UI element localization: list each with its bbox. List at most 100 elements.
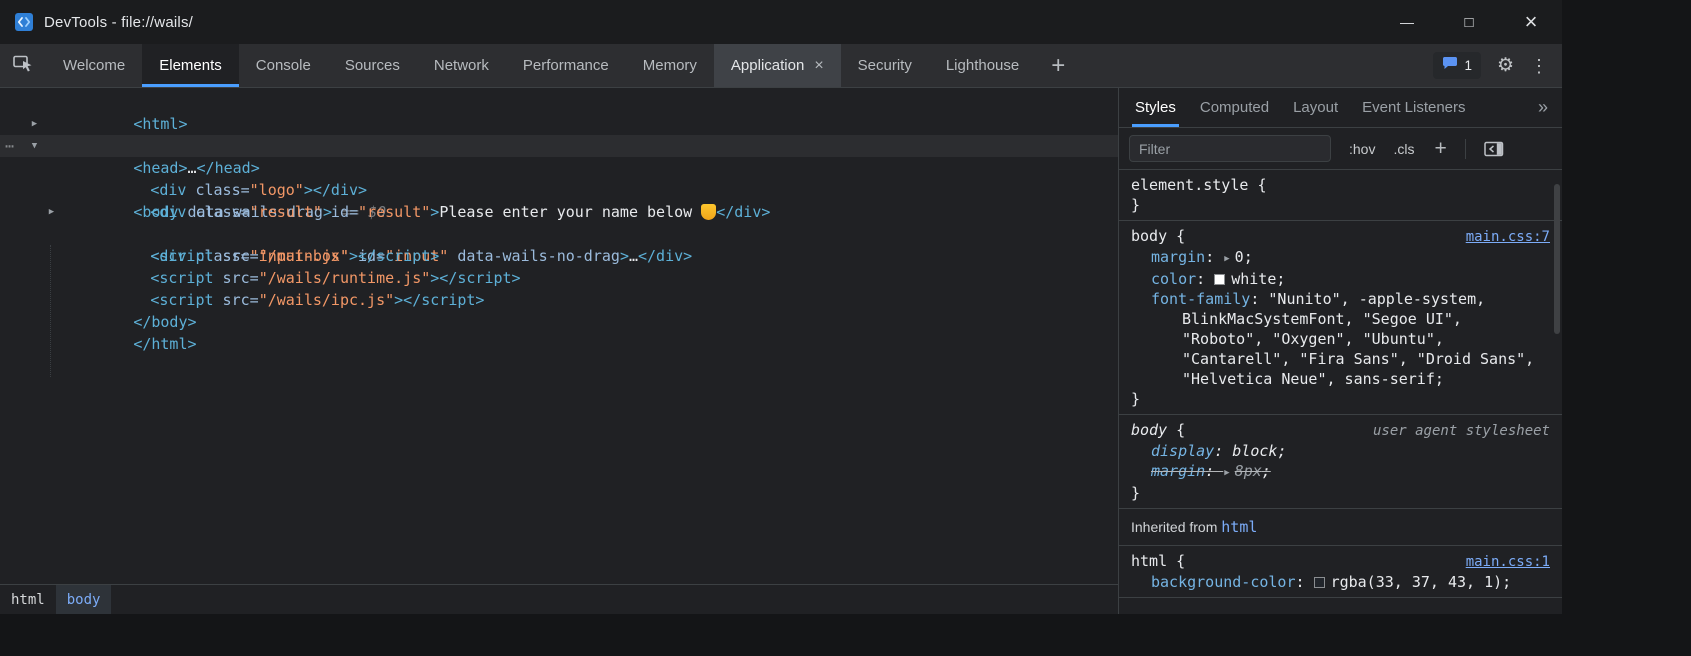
open-brace: { — [1248, 175, 1266, 195]
color-swatch[interactable] — [1214, 274, 1225, 285]
chevron-right-icon[interactable]: ▶ — [43, 201, 60, 223]
property-value: 8px — [1235, 462, 1262, 480]
devtools-logo-icon — [14, 12, 34, 32]
hover-state-button[interactable]: :hov — [1349, 141, 1375, 157]
dom-tree-row[interactable]: <div class="logo"></div> — [0, 157, 1118, 179]
tab-label: Network — [434, 57, 489, 74]
style-rule-body[interactable]: body { main.css:7 margin: ▶0; color: whi… — [1119, 221, 1562, 415]
dom-tree-row[interactable]: ▶ <head>…</head> — [0, 113, 1118, 135]
dom-tree-row[interactable]: <script src="/wails/runtime.js"></script… — [0, 245, 1118, 267]
tab-welcome[interactable]: Welcome — [46, 44, 142, 87]
crumb-label: html — [11, 592, 45, 608]
dom-tree-row[interactable]: </html> — [0, 311, 1118, 333]
filter-input[interactable] — [1129, 135, 1331, 162]
new-style-rule-button[interactable]: + — [1434, 138, 1446, 159]
issues-bubble-icon — [1442, 56, 1458, 75]
tab-label: Security — [858, 57, 912, 74]
css-property-margin-overridden[interactable]: margin: ▶8px; — [1151, 461, 1550, 483]
html-node-link[interactable]: html — [1221, 518, 1257, 536]
tab-label: Layout — [1293, 99, 1338, 116]
dom-tree-row[interactable]: <div class="result" id="result">Please e… — [0, 179, 1118, 201]
color-swatch[interactable] — [1314, 577, 1325, 588]
tab-application[interactable]: Application × — [714, 44, 841, 87]
window-title: DevTools - file://wails/ — [44, 14, 193, 31]
gear-icon: ⚙ — [1497, 56, 1514, 75]
dom-tree-row[interactable]: <script src="/main.js"></script> — [0, 223, 1118, 245]
breadcrumb-item-html[interactable]: html — [0, 585, 56, 614]
close-tab-icon[interactable]: × — [814, 58, 823, 74]
issues-count: 1 — [1464, 58, 1472, 73]
expand-shorthand-icon[interactable]: ▶ — [1224, 249, 1229, 269]
more-options-button[interactable]: ⋮ — [1530, 57, 1548, 75]
tab-elements[interactable]: Elements — [142, 44, 239, 87]
stylesheet-link[interactable]: main.css:1 — [1466, 552, 1550, 572]
tab-label: Welcome — [63, 57, 125, 74]
dom-tree-row[interactable]: </body> — [0, 289, 1118, 311]
open-brace: { — [1167, 226, 1185, 246]
dom-tree-row[interactable]: <html> — [0, 91, 1118, 113]
tab-computed[interactable]: Computed — [1188, 88, 1281, 127]
devtools-window: DevTools - file://wails/ — □ × Welcome E… — [0, 0, 1562, 614]
tab-memory[interactable]: Memory — [626, 44, 714, 87]
tab-label: Sources — [345, 57, 400, 74]
chevron-down-icon[interactable]: ▼ — [26, 135, 43, 157]
expand-shorthand-icon[interactable]: ▶ — [1224, 463, 1229, 483]
property-name: color — [1151, 270, 1196, 288]
close-button[interactable]: × — [1500, 0, 1562, 44]
dom-tree-row-selected[interactable]: ⋯ ▼ <body data-wails-drag> == $0 — [0, 135, 1118, 157]
stylesheet-link[interactable]: main.css:7 — [1466, 227, 1550, 247]
tab-performance[interactable]: Performance — [506, 44, 626, 87]
css-property-margin[interactable]: margin: ▶0; — [1151, 247, 1550, 269]
tab-sources[interactable]: Sources — [328, 44, 417, 87]
maximize-button[interactable]: □ — [1438, 0, 1500, 44]
semicolon: ; — [1435, 370, 1444, 388]
maximize-icon: □ — [1464, 15, 1473, 30]
colon: : — [1214, 442, 1232, 460]
colon: : — [1205, 462, 1223, 480]
breadcrumb-item-body[interactable]: body — [56, 585, 112, 614]
open-brace: { — [1167, 551, 1185, 571]
css-property-color[interactable]: color: white; — [1151, 269, 1550, 289]
tab-event-listeners[interactable]: Event Listeners — [1350, 88, 1477, 127]
settings-button[interactable]: ⚙ — [1497, 56, 1514, 75]
css-property-display[interactable]: display: block; — [1151, 441, 1550, 461]
colon: : — [1296, 573, 1314, 591]
styles-rules-list: element.style { } body { main.css:7 marg… — [1119, 170, 1562, 614]
css-selector[interactable]: element.style — [1131, 175, 1248, 195]
tab-styles[interactable]: Styles — [1123, 88, 1188, 127]
css-selector[interactable]: body — [1131, 226, 1167, 246]
semicolon: ; — [1277, 442, 1286, 460]
plus-icon: + — [1051, 52, 1065, 80]
colon: : — [1205, 248, 1223, 266]
more-panels-button[interactable]: + — [1036, 44, 1080, 87]
crumb-label: body — [67, 592, 101, 608]
tab-label: Styles — [1135, 99, 1176, 116]
more-actions-icon[interactable]: ⋯ — [5, 135, 14, 157]
property-value: rgba(33, 37, 43, 1) — [1331, 573, 1503, 591]
inspect-element-button[interactable] — [0, 44, 46, 87]
style-rule-element-style[interactable]: element.style { } — [1119, 170, 1562, 221]
scrollbar-thumb[interactable] — [1554, 184, 1560, 334]
kebab-menu-icon: ⋮ — [1530, 57, 1548, 75]
tab-network[interactable]: Network — [417, 44, 506, 87]
css-property-font-family[interactable]: font-family: "Nunito", -apple-system, Bl… — [1151, 289, 1550, 389]
minimize-button[interactable]: — — [1376, 0, 1438, 44]
tab-security[interactable]: Security — [841, 44, 929, 87]
chevron-right-icon[interactable]: ▶ — [26, 113, 43, 135]
issues-button[interactable]: 1 — [1433, 52, 1481, 79]
tab-label: Computed — [1200, 99, 1269, 116]
css-selector[interactable]: body — [1131, 420, 1167, 440]
sidebar-tabs: Styles Computed Layout Event Listeners » — [1119, 88, 1562, 128]
computed-sidebar-toggle-icon[interactable] — [1484, 141, 1504, 157]
class-toggle-button[interactable]: .cls — [1393, 141, 1414, 157]
style-rule-html[interactable]: html { main.css:1 background-color: rgba… — [1119, 546, 1562, 598]
more-tabs-icon[interactable]: » — [1538, 97, 1562, 118]
dom-tree-row[interactable]: ▶ <div class="input-box" id="input" data… — [0, 201, 1118, 223]
style-rule-body-user-agent[interactable]: body { user agent stylesheet display: bl… — [1119, 415, 1562, 509]
tab-layout[interactable]: Layout — [1281, 88, 1350, 127]
css-property-background-color[interactable]: background-color: rgba(33, 37, 43, 1); — [1151, 572, 1550, 592]
dom-tree-row[interactable]: <script src="/wails/ipc.js"></script> — [0, 267, 1118, 289]
tab-console[interactable]: Console — [239, 44, 328, 87]
css-selector[interactable]: html — [1131, 551, 1167, 571]
tab-lighthouse[interactable]: Lighthouse — [929, 44, 1036, 87]
